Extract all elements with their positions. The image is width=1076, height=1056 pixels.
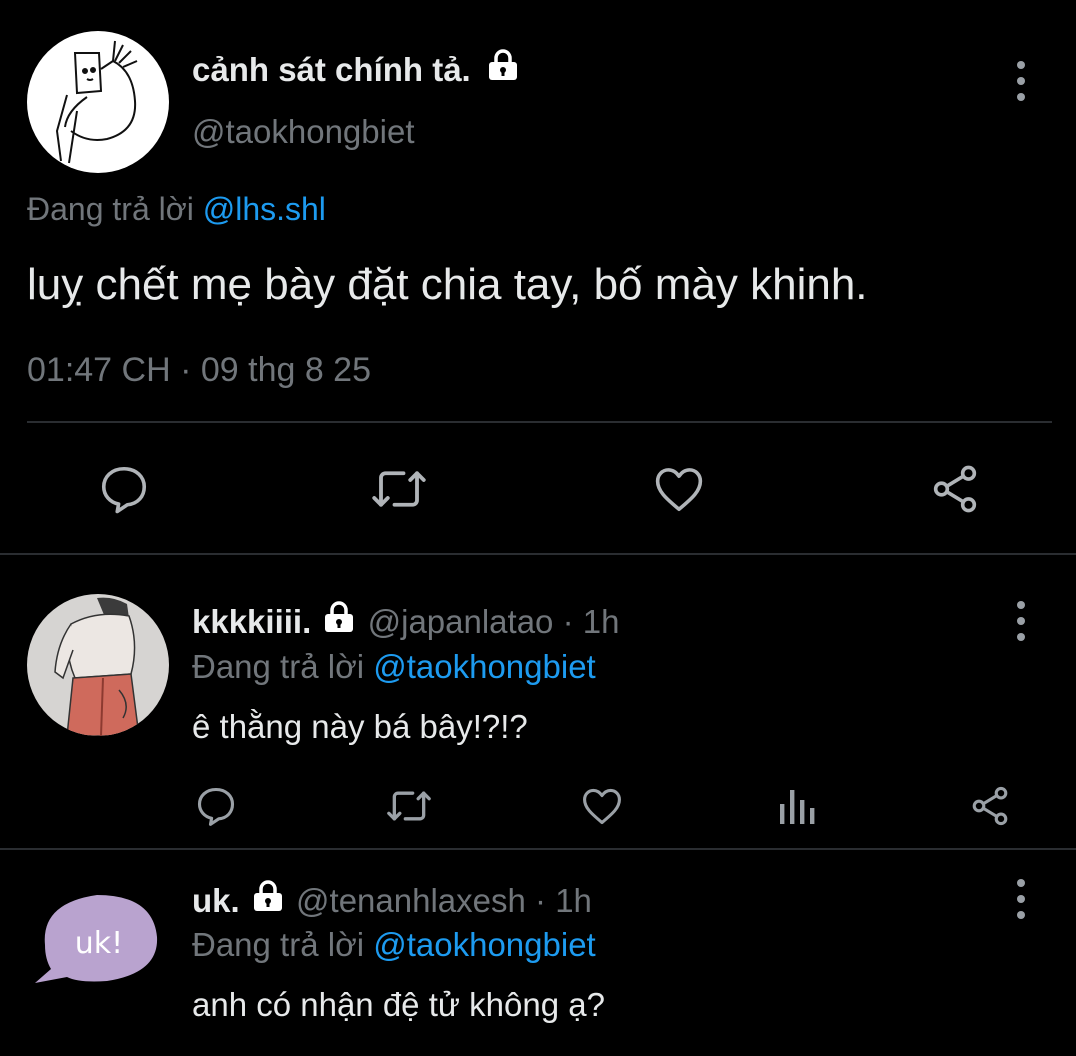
- main-timestamp[interactable]: 01:47 CH · 09 thg 8 25: [27, 350, 371, 390]
- share-icon[interactable]: [927, 462, 983, 516]
- heart-icon[interactable]: [580, 784, 624, 828]
- lock-icon: [251, 880, 285, 921]
- main-display-name[interactable]: cảnh sát chính tả.: [192, 49, 520, 90]
- reply-avatar[interactable]: [27, 594, 169, 736]
- main-avatar[interactable]: [27, 31, 169, 173]
- avatar-drawing: [54, 597, 140, 736]
- replying-prefix: Đang trả lời: [27, 191, 194, 227]
- reply-replying-to: Đang trả lời @taokhongbiet: [192, 925, 596, 965]
- more-icon[interactable]: [1016, 601, 1026, 641]
- reply-time: · 1h: [562, 603, 620, 640]
- avatar-drawing: [55, 40, 138, 164]
- heart-icon[interactable]: [651, 462, 707, 516]
- replying-prefix: Đang trả lời: [192, 926, 365, 963]
- reply-text: ê thằng này bá bây!?!?: [192, 708, 528, 745]
- reply-handle[interactable]: @japanlatao: [368, 603, 554, 640]
- display-name-text: cảnh sát chính tả.: [192, 51, 471, 88]
- avatar-text: uk!: [75, 926, 123, 961]
- replying-prefix: Đang trả lời: [192, 648, 365, 685]
- reply-icon[interactable]: [97, 462, 151, 516]
- main-replying-to: Đang trả lời @lhs.shl: [27, 189, 326, 229]
- reply-header: uk. @tenanhlaxesh · 1h: [192, 880, 592, 921]
- retweet-icon[interactable]: [385, 784, 433, 828]
- main-handle[interactable]: @taokhongbiet: [192, 112, 415, 152]
- main-tweet-text: luỵ chết mẹ bày đặt chia tay, bố mày khi…: [27, 260, 868, 309]
- lock-icon: [486, 49, 520, 90]
- reply-header: kkkkiiii. @japanlatao · 1h: [192, 601, 620, 642]
- reply-handle[interactable]: @tenanhlaxesh: [296, 882, 526, 919]
- replying-to-link[interactable]: @lhs.shl: [203, 191, 326, 227]
- share-icon[interactable]: [968, 784, 1012, 828]
- reply-display-name[interactable]: uk.: [192, 882, 240, 919]
- reply-icon[interactable]: [194, 784, 238, 828]
- avatar-drawing: uk!: [35, 895, 158, 983]
- reply-replying-to: Đang trả lời @taokhongbiet: [192, 647, 596, 687]
- reply-display-name[interactable]: kkkkiiii.: [192, 603, 311, 640]
- divider: [0, 553, 1076, 555]
- replying-to-link[interactable]: @taokhongbiet: [373, 648, 596, 685]
- divider: [0, 848, 1076, 850]
- views-icon[interactable]: [778, 784, 818, 828]
- divider: [27, 421, 1052, 423]
- reply-text: anh có nhận đệ tử không ạ?: [192, 986, 605, 1023]
- reply-time: · 1h: [535, 882, 592, 919]
- lock-icon: [322, 601, 356, 642]
- replying-to-link[interactable]: @taokhongbiet: [373, 926, 596, 963]
- more-icon[interactable]: [1016, 61, 1026, 101]
- more-icon[interactable]: [1016, 879, 1026, 919]
- retweet-icon[interactable]: [369, 462, 429, 516]
- reply-avatar[interactable]: uk!: [27, 873, 169, 1015]
